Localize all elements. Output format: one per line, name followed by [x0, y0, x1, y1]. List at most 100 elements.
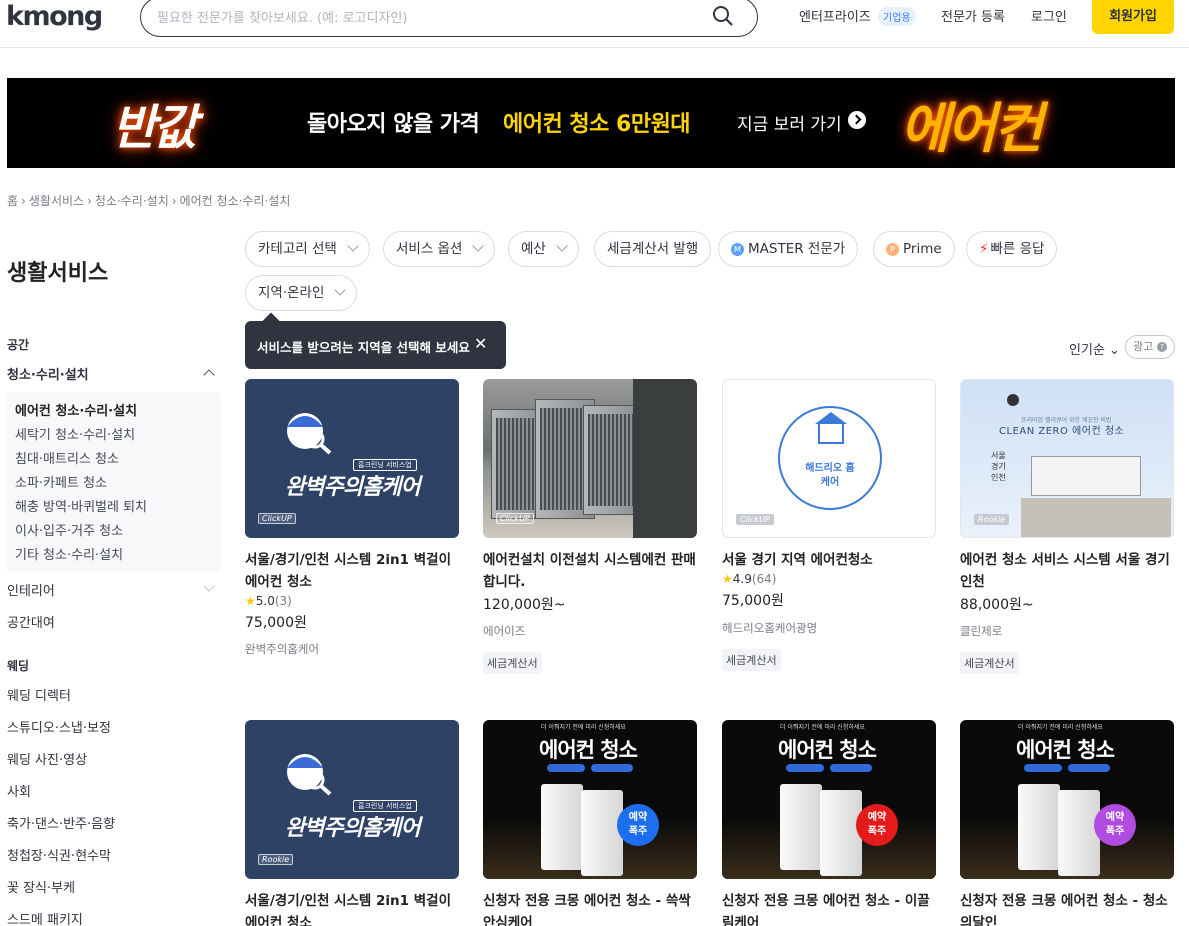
- sidebar-item-rental[interactable]: 공간대여: [7, 612, 55, 631]
- aircon-image: [1031, 456, 1141, 496]
- service-thumbnail[interactable]: ClickUP: [483, 379, 697, 538]
- sidebar-item-flower[interactable]: 꽃 장식·부케: [7, 877, 75, 896]
- seller-name[interactable]: 완벽주의홈케어: [245, 641, 319, 657]
- arrow-right-icon: [848, 111, 866, 129]
- rating-value: 5.0: [255, 594, 275, 608]
- breadcrumb-home[interactable]: 홈: [7, 194, 18, 208]
- service-thumbnail[interactable]: 흡크린닝 서비스업 완벽주의홈케어 Rookie: [245, 720, 459, 879]
- sidebar-item-package[interactable]: 스드메 패키지: [7, 909, 83, 926]
- nav-login[interactable]: 로그인: [1031, 6, 1067, 25]
- sidebar-subitem-bed[interactable]: 침대·매트리스 청소: [15, 448, 119, 467]
- sidebar-item-interior[interactable]: 인테리어: [7, 580, 55, 599]
- sidebar-subitem-aircon[interactable]: 에어컨 청소·수리·설치: [15, 400, 137, 419]
- thumbnail-title-text: 에어컨 청소: [778, 738, 877, 762]
- rating: ★5.0(3): [245, 594, 292, 608]
- sidebar-item-wedding-photo[interactable]: 웨딩 사진·영상: [7, 749, 87, 768]
- search-bar[interactable]: 필요한 전문가를 찾아보세요. (예: 로고디자인): [140, 0, 758, 37]
- ad-badge[interactable]: 광고?: [1125, 335, 1175, 359]
- sort-label: 인기순: [1069, 343, 1105, 358]
- sidebar-item-invitation[interactable]: 청첩장·식권·현수막: [7, 845, 111, 864]
- filter-prime-label: Prime: [903, 241, 942, 257]
- rating-value: 4.9: [732, 572, 752, 586]
- chevron-down-icon: [556, 240, 568, 252]
- thumbnail-small-text: 더 이뤄지기 전에 미리 신청하세요: [541, 724, 626, 731]
- filter-budget[interactable]: 예산: [508, 231, 579, 267]
- service-thumbnail[interactable]: 프리미엄 헬리큐어 위한 깨끗한 비법 CLEAN ZERO 에어컨 청소 서울…: [960, 379, 1174, 538]
- service-title[interactable]: 에어컨 청소 서비스 시스템 서울 경기 인천: [960, 549, 1176, 593]
- sidebar-section-wedding: 웨딩: [7, 659, 30, 673]
- sidebar-item-wedding-director[interactable]: 웨딩 디렉터: [7, 685, 71, 704]
- clickup-label: ClickUP: [496, 513, 534, 524]
- service-title[interactable]: 신청자 전용 크몽 에어컨 청소 - 청소의달인: [960, 890, 1176, 926]
- sort-dropdown[interactable]: 인기순 ⌄: [1069, 339, 1120, 358]
- service-thumbnail[interactable]: 흡크린닝 서비스업 완벽주의홈케어 ClickUP: [245, 379, 459, 538]
- close-icon[interactable]: ✕: [474, 334, 487, 353]
- search-icon[interactable]: [711, 4, 735, 28]
- character-mascot-icon: [287, 754, 332, 796]
- service-title[interactable]: 서울/경기/인천 시스템 2in1 벽걸이 에어컨 청소: [245, 549, 461, 593]
- breadcrumb-aircon[interactable]: 에어컨 청소·수리·설치: [180, 194, 291, 208]
- filter-region[interactable]: 지역·온라인: [245, 275, 358, 311]
- service-thumbnail[interactable]: 더 이뤄지기 전에 미리 신청하세요 에어컨 청소 예약 폭주: [960, 720, 1174, 879]
- chevron-down-icon[interactable]: [203, 580, 215, 592]
- seller-name[interactable]: 클린제로: [960, 623, 1002, 639]
- house-icon: [818, 422, 844, 444]
- filter-master[interactable]: M MASTER 전문가: [718, 231, 859, 267]
- star-icon: ★: [245, 594, 256, 608]
- seller-name[interactable]: 헤드리오홈케어광명: [722, 620, 817, 636]
- filter-prime[interactable]: P Prime: [873, 231, 955, 267]
- service-title[interactable]: 신청자 전용 크몽 에어컨 청소 - 쓱싹안심케어: [483, 890, 699, 926]
- nav-enterprise[interactable]: 엔터프라이즈: [799, 6, 871, 25]
- thumbnail-pill: [1024, 764, 1062, 772]
- banner-text-highlight: 에어컨 청소 6만원대: [503, 112, 691, 137]
- aircon-image: [820, 790, 862, 876]
- search-input[interactable]: 필요한 전문가를 찾아보세요. (예: 로고디자인): [157, 7, 407, 26]
- filter-category[interactable]: 카테고리 선택: [245, 231, 370, 267]
- filter-fast-response[interactable]: ⚡ 빠른 응답: [966, 231, 1058, 267]
- sidebar-item-mc[interactable]: 사회: [7, 781, 31, 800]
- aircon-image: [581, 790, 623, 876]
- rating: ★4.9(64): [722, 572, 777, 586]
- nav-expert-register[interactable]: 전문가 등록: [941, 6, 1005, 25]
- thumbnail-title-text: CLEAN ZERO 에어컨 청소: [999, 426, 1125, 437]
- breadcrumb: 홈 › 생활서비스 › 청소·수리·설치 › 에어컨 청소·수리·설치: [7, 194, 291, 208]
- banner-cta[interactable]: 지금 보러 가기: [737, 110, 842, 135]
- breadcrumb-clean[interactable]: 청소·수리·설치: [95, 194, 169, 208]
- sidebar-subitem-pest[interactable]: 해충 방역·바퀴벌레 퇴치: [15, 496, 147, 515]
- service-title[interactable]: 신청자 전용 크몽 에어컨 청소 - 이끌림케어: [722, 890, 938, 926]
- breadcrumb-living[interactable]: 생활서비스: [29, 194, 84, 208]
- sidebar-subitem-washer[interactable]: 세탁기 청소·수리·설치: [15, 424, 135, 443]
- service-title[interactable]: 서울/경기/인천 시스템 2in1 벽걸이 에어컨 청소: [245, 890, 461, 926]
- sidebar-subitem-etc[interactable]: 기타 청소·수리·설치: [15, 544, 123, 563]
- sidebar-subitem-moving[interactable]: 이사·입주·거주 청소: [15, 520, 123, 539]
- filter-service-option[interactable]: 서비스 옵션: [383, 231, 496, 267]
- service-title[interactable]: 에어컨설치 이전설치 시스템에컨 판매합니다.: [483, 549, 699, 593]
- sidebar-subitem-sofa[interactable]: 소파·카페트 청소: [15, 472, 107, 491]
- chevron-up-icon[interactable]: [203, 369, 215, 381]
- sidebar-item-studio[interactable]: 스튜디오·스냅·보정: [7, 717, 111, 736]
- service-thumbnail[interactable]: 더 이뤄지기 전에 미리 신청하세요 에어컨 청소 예약 폭주: [722, 720, 936, 879]
- seller-name[interactable]: 에어이즈: [483, 623, 525, 639]
- kmong-logo[interactable]: kmong: [6, 1, 103, 32]
- chevron-down-icon: ⌄: [1109, 343, 1120, 358]
- aircon-image: [541, 784, 583, 870]
- sidebar-item-song[interactable]: 축가·댄스·반주·음향: [7, 813, 115, 832]
- service-thumbnail[interactable]: 해드리오 홈케어 ClickUP: [722, 379, 936, 538]
- promo-banner[interactable]: 반값 돌아오지 않을 가격 에어컨 청소 6만원대 지금 보러 가기 에어컨: [7, 78, 1175, 168]
- thumbnail-region-text: 서울 경기 인천: [991, 451, 1006, 482]
- ad-label: 광고: [1133, 340, 1154, 353]
- service-title[interactable]: 서울 경기 지역 에어컨청소: [722, 549, 938, 571]
- filter-tax-invoice[interactable]: 세금계산서 발행: [594, 231, 712, 267]
- service-thumbnail[interactable]: 더 이뤄지기 전에 미리 신청하세요 에어컨 청소 예약 폭주: [483, 720, 697, 879]
- filter-region-label: 지역·온라인: [258, 285, 325, 301]
- rookie-label: Rookie: [974, 514, 1010, 525]
- banner-aircon-art: 에어컨: [900, 97, 1043, 160]
- join-button[interactable]: 회원가입: [1092, 0, 1174, 34]
- tax-invoice-tag: 세금계산서: [722, 649, 781, 671]
- thumbnail-small-text: 더 이뤄지기 전에 미리 신청하세요: [1018, 724, 1103, 731]
- thumbnail-brand-text: 완벽주의홈케어: [285, 816, 421, 841]
- thumbnail-title-text: 에어컨 청소: [1016, 738, 1115, 762]
- sidebar-item-clean[interactable]: 청소·수리·설치: [7, 364, 89, 383]
- banner-text-main: 돌아오지 않을 가격: [307, 112, 480, 137]
- filter-fast-response-label: 빠른 응답: [990, 241, 1045, 257]
